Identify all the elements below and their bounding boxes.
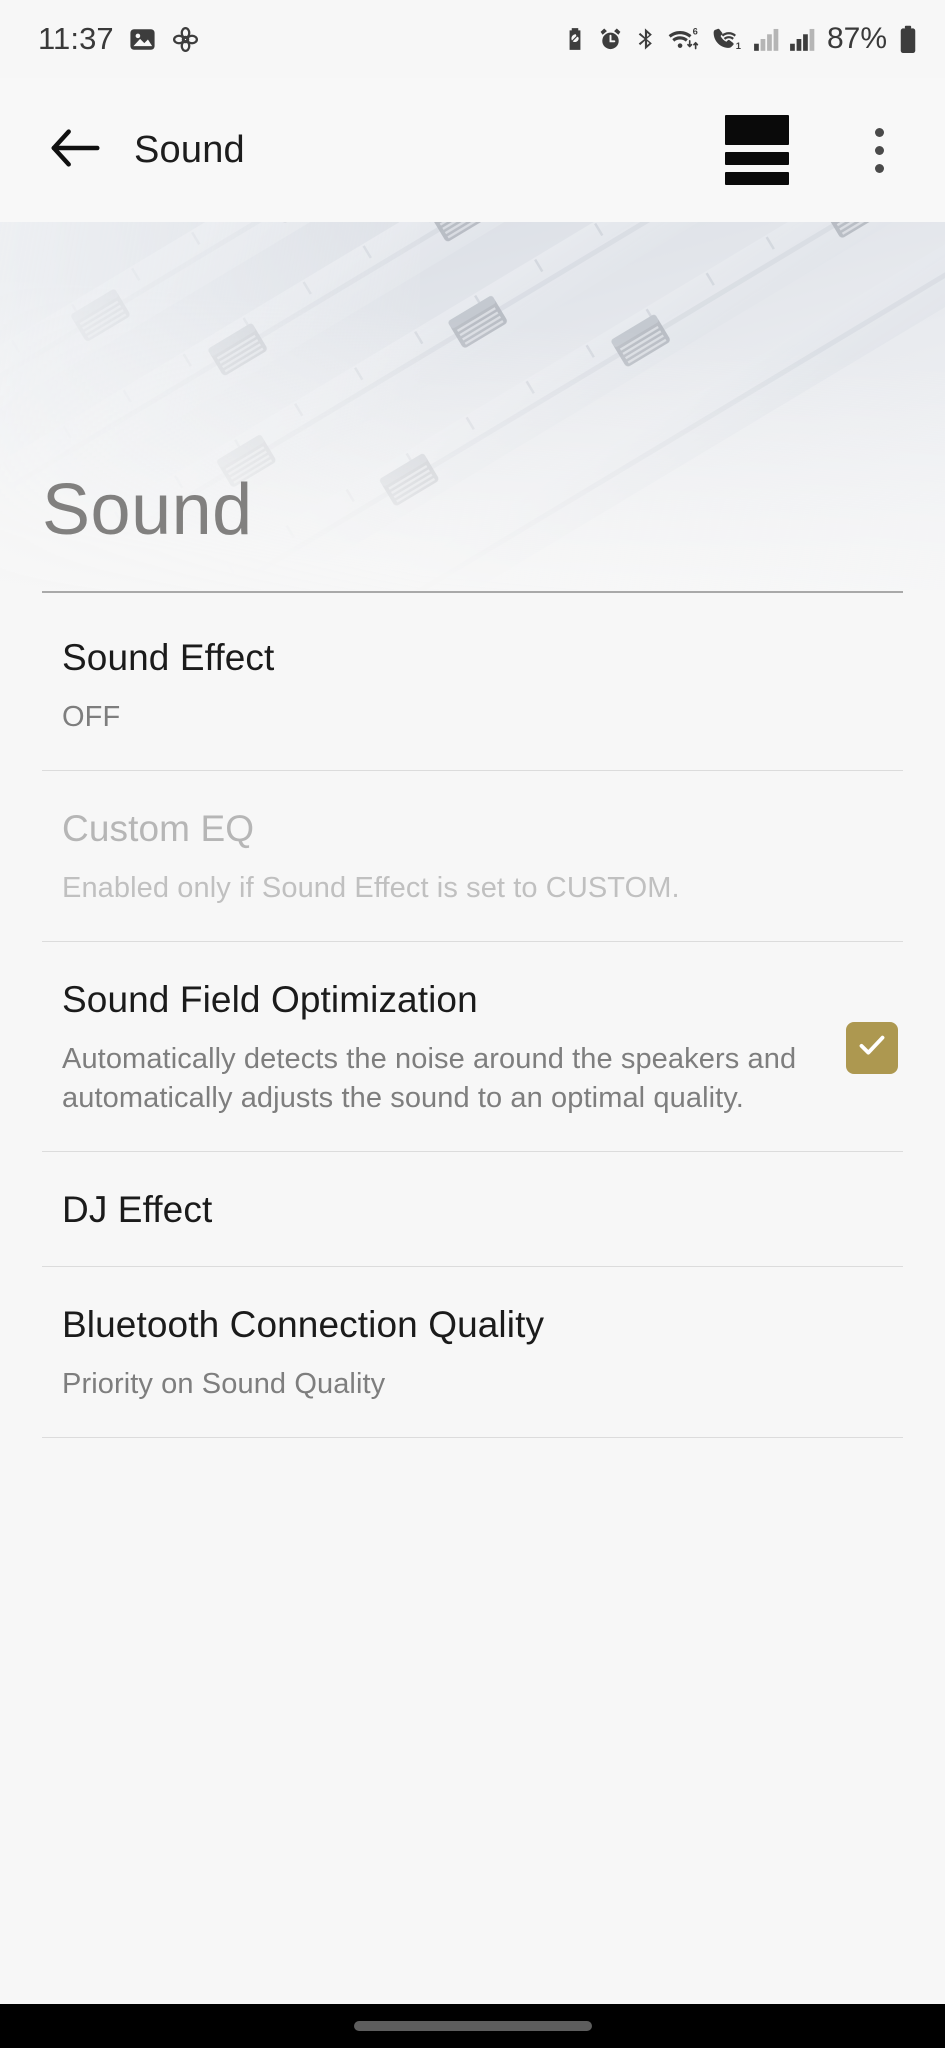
alarm-icon [597, 26, 624, 53]
system-navigation-bar [0, 2004, 945, 2048]
sound-field-optimization-checkbox[interactable] [846, 1021, 898, 1074]
setting-text: Sound Effect OFF [62, 636, 903, 736]
setting-row-sound-field-optimization[interactable]: Sound Field Optimization Automatically d… [0, 942, 945, 1151]
queue-bar-1 [725, 115, 789, 145]
settings-list: Sound Effect OFF Custom EQ Enabled only … [0, 600, 945, 1439]
svg-text:6: 6 [693, 26, 698, 36]
status-bar-right: 6 1 87% [562, 22, 919, 56]
page-title: Sound [42, 470, 253, 550]
status-bar: 11:37 6 1 87% [0, 0, 945, 78]
signal-2-icon [789, 26, 816, 52]
setting-checkbox-wrap[interactable] [841, 1021, 903, 1074]
queue-bar-2 [725, 152, 789, 165]
list-divider [42, 1437, 903, 1439]
setting-title: Sound Effect [62, 637, 275, 678]
back-button[interactable] [44, 119, 106, 181]
overflow-dot-3 [874, 163, 884, 173]
battery-icon [897, 25, 919, 54]
app-bar-title: Sound [134, 128, 245, 171]
app-bar: Sound [0, 78, 945, 222]
setting-subtitle: Enabled only if Sound Effect is set to C… [62, 871, 680, 904]
setting-row-custom-eq: Custom EQ Enabled only if Sound Effect i… [0, 771, 945, 941]
setting-title: Sound Field Optimization [62, 979, 478, 1021]
setting-text: Sound Field Optimization Automatically d… [62, 978, 829, 1117]
setting-text: Custom EQ Enabled only if Sound Effect i… [62, 807, 903, 907]
setting-text: Bluetooth Connection Quality Priority on… [62, 1303, 903, 1403]
svg-text:1: 1 [736, 40, 741, 50]
wifi-calling-icon: 1 [711, 26, 744, 53]
status-bar-clock: 11:37 [38, 21, 114, 56]
page-title-divider [42, 591, 903, 593]
setting-subtitle: Priority on Sound Quality [62, 1367, 386, 1400]
wifi-6-icon: 6 [668, 26, 702, 53]
setting-subtitle: Automatically detects the noise around t… [62, 1043, 797, 1114]
setting-title: Custom EQ [62, 808, 255, 850]
battery-saver-icon [562, 26, 588, 52]
bluetooth-icon [633, 26, 659, 52]
setting-row-dj-effect[interactable]: DJ Effect [0, 1152, 945, 1266]
phone-screen: 11:37 6 1 87% Sound Sound Sound Effect O… [0, 0, 945, 2048]
back-arrow-icon [49, 126, 101, 175]
photo-icon [128, 25, 157, 54]
queue-bar-3 [725, 172, 789, 185]
setting-row-sound-effect[interactable]: Sound Effect OFF [0, 600, 945, 770]
queue-list-icon[interactable] [725, 115, 789, 185]
setting-row-bluetooth-connection-quality[interactable]: Bluetooth Connection Quality Priority on… [0, 1267, 945, 1437]
home-gesture-pill[interactable] [353, 2021, 592, 2031]
signal-1-icon [753, 26, 780, 52]
setting-subtitle: OFF [62, 700, 121, 733]
status-bar-left: 11:37 [38, 21, 200, 57]
setting-title: DJ Effect [62, 1189, 213, 1231]
flower-icon [171, 25, 200, 54]
battery-percent-label: 87% [826, 22, 887, 55]
check-icon [855, 1028, 889, 1067]
setting-text: DJ Effect [62, 1188, 903, 1232]
setting-title: Bluetooth Connection Quality [62, 1303, 545, 1345]
overflow-dot-2 [874, 145, 884, 155]
overflow-dot-1 [874, 127, 884, 137]
more-options-icon[interactable] [851, 119, 907, 181]
